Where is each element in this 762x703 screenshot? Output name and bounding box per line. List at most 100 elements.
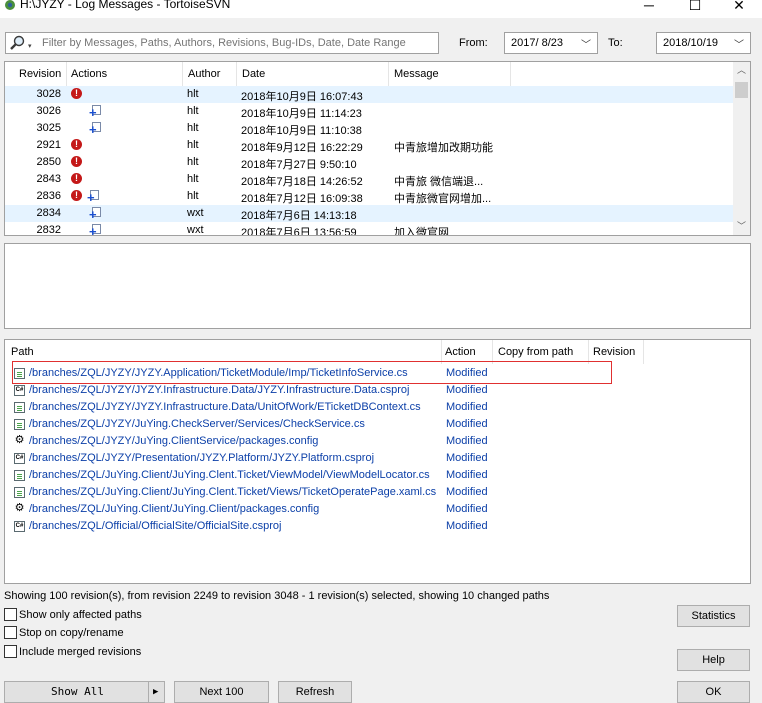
window-title: H:\JYZY - Log Messages - TortoiseSVN [20, 0, 231, 11]
log-rows: 3028! hlt 2018年10月9日 16:07:43 3026 + hlt 2018年… [5, 86, 735, 236]
filter-box[interactable]: ▾ [5, 32, 439, 54]
message-cell: 中青旅 微信端退... [394, 176, 484, 188]
csproj-file-icon: C# [14, 453, 25, 464]
close-button[interactable]: ✕ [716, 0, 762, 16]
path-cell: /branches/ZQL/JYZY/JYZY.Infrastructure.D… [29, 401, 421, 413]
tortoisesvn-logo-icon [5, 0, 15, 10]
action-cell: Modified [446, 486, 488, 498]
status-text: Showing 100 revision(s), from revision 2… [4, 590, 550, 602]
changed-paths-list[interactable]: Path Action Copy from path Revision /bra… [4, 339, 751, 584]
path-cell: /branches/ZQL/JYZY/JuYing.CheckServer/Se… [29, 418, 365, 430]
author-cell: hlt [187, 122, 199, 134]
show-affected-paths-label[interactable]: Show only affected paths [19, 609, 142, 621]
message-cell: 中青旅微官网增加... [394, 193, 492, 205]
show-all-split-button[interactable]: Show All ▶ [4, 681, 165, 703]
added-action-icon: + [89, 122, 101, 136]
include-merged-label[interactable]: Include merged revisions [19, 646, 141, 658]
log-row[interactable]: 2921! hlt 2018年9月12日 16:22:29 中青旅增加改期功能 [5, 137, 735, 154]
log-row[interactable]: 2843! hlt 2018年7月18日 14:26:52 中青旅 微信端退... [5, 171, 735, 188]
date-cell: 2018年10月9日 11:10:38 [241, 125, 362, 137]
log-list[interactable]: Revision Actions Author Date Message 302… [4, 61, 751, 236]
modified-action-icon: ! [71, 190, 82, 201]
added-action-icon: + [89, 105, 101, 119]
csproj-file-icon: C# [14, 385, 25, 396]
statistics-button[interactable]: Statistics [677, 605, 750, 627]
from-label: From: [459, 37, 488, 49]
log-row[interactable]: 2832 + wxt 2018年7月6日 13:56:59 加入微官网 [5, 222, 735, 236]
action-cell: Modified [446, 418, 488, 430]
chevron-down-icon[interactable]: ﹀ [581, 36, 591, 51]
added-action-icon: + [89, 224, 101, 235]
csharp-file-icon [14, 487, 25, 498]
path-row[interactable]: C# /branches/ZQL/JYZY/Presentation/JYZY.P… [5, 450, 750, 467]
show-all-label[interactable]: Show All [51, 682, 104, 702]
revision-cell: 3025 [36, 122, 61, 134]
author-cell: hlt [187, 156, 199, 168]
refresh-button[interactable]: Refresh [278, 681, 352, 703]
from-date-value: 2017/ 8/23 [511, 37, 563, 49]
scroll-up-icon[interactable]: ︿ [733, 62, 750, 79]
path-row[interactable]: C# /branches/ZQL/JYZY/JYZY.Infrastructure… [5, 382, 750, 399]
path-row[interactable]: ⚙ /branches/ZQL/JYZY/JuYing.ClientService… [5, 433, 750, 450]
revision-cell: 3028 [36, 88, 61, 100]
csharp-file-icon [14, 402, 25, 413]
to-label: To: [608, 37, 623, 49]
from-date-picker[interactable]: 2017/ 8/23 ﹀ [504, 32, 598, 54]
chevron-down-icon[interactable]: ﹀ [734, 36, 744, 51]
log-row[interactable]: 2836! + hlt 2018年7月12日 16:09:38 中青旅微官网增加... [5, 188, 735, 205]
path-cell: /branches/ZQL/JuYing.Client/JuYing.Clent… [29, 486, 437, 498]
path-row[interactable]: C# /branches/ZQL/Official/OfficialSite/Of… [5, 518, 750, 535]
revision-cell: 2921 [36, 139, 61, 151]
show-affected-paths-checkbox[interactable] [4, 608, 17, 621]
scroll-thumb[interactable] [735, 82, 748, 98]
to-date-value: 2018/10/19 [663, 37, 719, 49]
log-row[interactable]: 2834 + wxt 2018年7月6日 14:13:18 [5, 205, 735, 222]
path-cell: /branches/ZQL/JYZY/JuYing.ClientService/… [29, 435, 319, 447]
minimize-button[interactable]: ─ [626, 0, 672, 16]
action-cell: Modified [446, 503, 488, 515]
path-row[interactable]: /branches/ZQL/JYZY/JYZY.Infrastructure.D… [5, 399, 750, 416]
date-cell: 2018年10月9日 16:07:43 [241, 91, 363, 103]
path-row[interactable]: /branches/ZQL/JYZY/JuYing.CheckServer/Se… [5, 416, 750, 433]
config-file-icon: ⚙ [14, 434, 25, 446]
log-row[interactable]: 3026 + hlt 2018年10月9日 11:14:23 [5, 103, 735, 120]
show-all-dropdown-icon[interactable]: ▶ [153, 682, 158, 702]
path-rows: /branches/ZQL/JYZY/JYZY.Application/Tick… [5, 365, 750, 550]
modified-action-icon: ! [71, 139, 82, 150]
message-pane[interactable] [4, 243, 751, 329]
log-row[interactable]: 2850! hlt 2018年7月27日 9:50:10 [5, 154, 735, 171]
help-button[interactable]: Help [677, 649, 750, 671]
revision-cell: 3026 [36, 105, 61, 117]
author-cell: hlt [187, 139, 199, 151]
log-row[interactable]: 3025 + hlt 2018年10月9日 11:10:38 [5, 120, 735, 137]
maximize-button[interactable]: ☐ [672, 0, 718, 16]
date-cell: 2018年7月6日 13:56:59 [241, 227, 357, 236]
scroll-down-icon[interactable]: ﹀ [733, 218, 750, 235]
action-cell: Modified [446, 469, 488, 481]
to-date-picker[interactable]: 2018/10/19 ﹀ [656, 32, 751, 54]
path-cell: /branches/ZQL/JYZY/Presentation/JYZY.Pla… [29, 452, 375, 464]
action-cell: Modified [446, 435, 488, 447]
ok-button[interactable]: OK [677, 681, 750, 703]
stop-on-copy-checkbox[interactable] [4, 626, 17, 639]
highlight-box [12, 361, 612, 384]
revision-cell: 2850 [36, 156, 61, 168]
revision-cell: 2843 [36, 173, 61, 185]
filter-input[interactable] [42, 36, 432, 50]
filter-dropdown-arrow[interactable]: ▾ [28, 42, 32, 50]
path-row[interactable]: ⚙ /branches/ZQL/JuYing.Client/JuYing.Clie… [5, 501, 750, 518]
date-cell: 2018年10月9日 11:14:23 [241, 108, 362, 120]
title-bar: H:\JYZY - Log Messages - TortoiseSVN ─ ☐… [0, 0, 762, 18]
next-100-button[interactable]: Next 100 [174, 681, 269, 703]
path-row[interactable]: /branches/ZQL/JuYing.Client/JuYing.Clent… [5, 467, 750, 484]
author-cell: hlt [187, 88, 199, 100]
revision-cell: 2834 [36, 207, 61, 219]
modified-action-icon: ! [71, 156, 82, 167]
include-merged-checkbox[interactable] [4, 645, 17, 658]
log-row[interactable]: 3028! hlt 2018年10月9日 16:07:43 [5, 86, 735, 103]
magnifier-icon[interactable] [9, 35, 27, 52]
added-action-icon: + [89, 207, 101, 221]
path-row[interactable]: /branches/ZQL/JuYing.Client/JuYing.Clent… [5, 484, 750, 501]
stop-on-copy-label[interactable]: Stop on copy/rename [19, 627, 124, 639]
log-scrollbar[interactable]: ︿ ﹀ [733, 62, 750, 235]
